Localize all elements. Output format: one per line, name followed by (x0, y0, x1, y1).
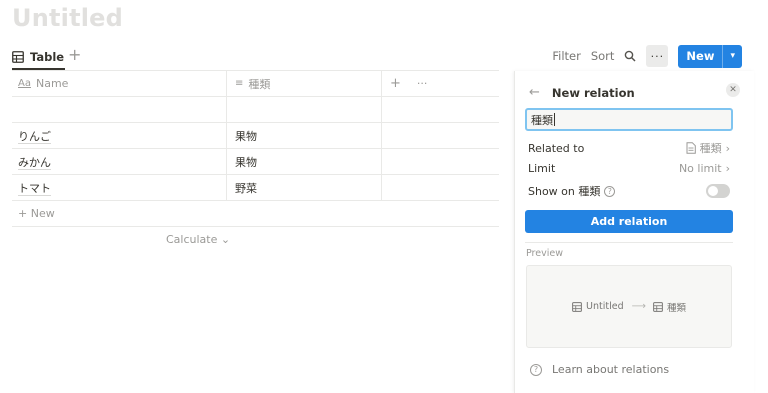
preview-target-db: 種類 (666, 302, 686, 314)
column-header-actions: + ··· (382, 71, 499, 96)
new-relation-panel: ← New relation ✕ 種類 Related to 種類 › Limi… (514, 71, 754, 393)
select-property-icon: ≡ (235, 78, 244, 89)
help-icon: ? (530, 363, 542, 376)
search-icon[interactable] (624, 50, 636, 62)
column-header-kind[interactable]: ≡ 種類 (227, 71, 382, 96)
learn-relations-label: Learn about relations (552, 363, 670, 376)
preview-source-db: Untitled (586, 301, 624, 312)
row-kind[interactable]: 果物 (235, 154, 257, 170)
row-name[interactable]: トマト (18, 180, 51, 196)
row-kind[interactable]: 果物 (235, 128, 257, 144)
preview-label: Preview (526, 248, 563, 259)
database-table: Aa Name ≡ 種類 + ··· りんご 果物 みかん 果物 トマト 野菜 … (12, 71, 499, 227)
table-icon (653, 301, 663, 312)
chevron-down-icon[interactable]: ▾ (723, 51, 742, 61)
table-row[interactable]: トマト 野菜 (12, 175, 499, 201)
column-header-name-label: Name (35, 77, 69, 90)
new-button-label: New (686, 49, 715, 63)
show-on-toggle[interactable] (706, 184, 730, 198)
add-relation-button[interactable]: Add relation (525, 210, 733, 233)
panel-divider (525, 242, 733, 243)
related-to-value: 種類 (699, 142, 722, 155)
new-record-button[interactable]: New ▾ (678, 44, 742, 68)
row-kind[interactable]: 野菜 (235, 180, 257, 196)
table-icon (12, 51, 24, 63)
show-on-row: Show on 種類 ? (528, 183, 730, 199)
property-more-button[interactable]: ··· (417, 77, 428, 90)
help-icon[interactable]: ? (604, 185, 616, 197)
row-name[interactable]: りんご (18, 128, 51, 144)
show-on-label: Show on 種類 (528, 185, 601, 198)
column-header-name[interactable]: Aa Name (12, 71, 227, 96)
tab-table-label: Table (30, 50, 65, 64)
table-row[interactable]: りんご 果物 (12, 123, 499, 149)
calculate-button[interactable]: Calculate ⌄ (166, 233, 230, 246)
add-row-button[interactable]: + New (12, 201, 499, 227)
related-to-row[interactable]: Related to 種類 › (528, 140, 730, 156)
text-property-icon: Aa (18, 78, 31, 89)
filter-button[interactable]: Filter (552, 49, 580, 63)
learn-relations-link[interactable]: ? Learn about relations (530, 363, 669, 376)
sort-button[interactable]: Sort (591, 49, 615, 63)
more-options-button[interactable]: ··· (646, 45, 669, 67)
limit-value: No limit (678, 162, 722, 175)
chevron-right-icon: › (725, 141, 730, 155)
table-row[interactable] (12, 97, 499, 123)
page-icon (686, 142, 696, 154)
page-title[interactable]: Untitled (12, 4, 123, 32)
tab-table[interactable]: Table (12, 44, 64, 70)
panel-header: ← New relation (529, 85, 635, 100)
back-arrow-icon[interactable]: ← (529, 85, 540, 100)
related-to-label: Related to (528, 141, 585, 155)
row-name[interactable]: みかん (18, 154, 51, 170)
close-icon[interactable]: ✕ (726, 83, 740, 97)
text-cursor (554, 113, 555, 126)
column-header-kind-label: 種類 (248, 77, 271, 91)
relation-preview: Untitled ⟶ 種類 (526, 265, 732, 348)
add-view-button[interactable]: + (68, 45, 81, 64)
table-row[interactable]: みかん 果物 (12, 149, 499, 175)
database-toolbar: Filter Sort ··· New ▾ (552, 44, 742, 68)
limit-row[interactable]: Limit No limit › (528, 162, 730, 175)
table-header-row: Aa Name ≡ 種類 + ··· (12, 71, 499, 97)
add-property-button[interactable]: + (390, 76, 401, 91)
relation-name-input[interactable]: 種類 (525, 108, 733, 131)
panel-title: New relation (551, 85, 635, 100)
chevron-right-icon: › (725, 162, 730, 175)
table-icon (572, 301, 582, 312)
arrow-right-icon: ⟶ (631, 301, 646, 312)
relation-name-value: 種類 (531, 113, 553, 127)
limit-label: Limit (528, 162, 556, 175)
